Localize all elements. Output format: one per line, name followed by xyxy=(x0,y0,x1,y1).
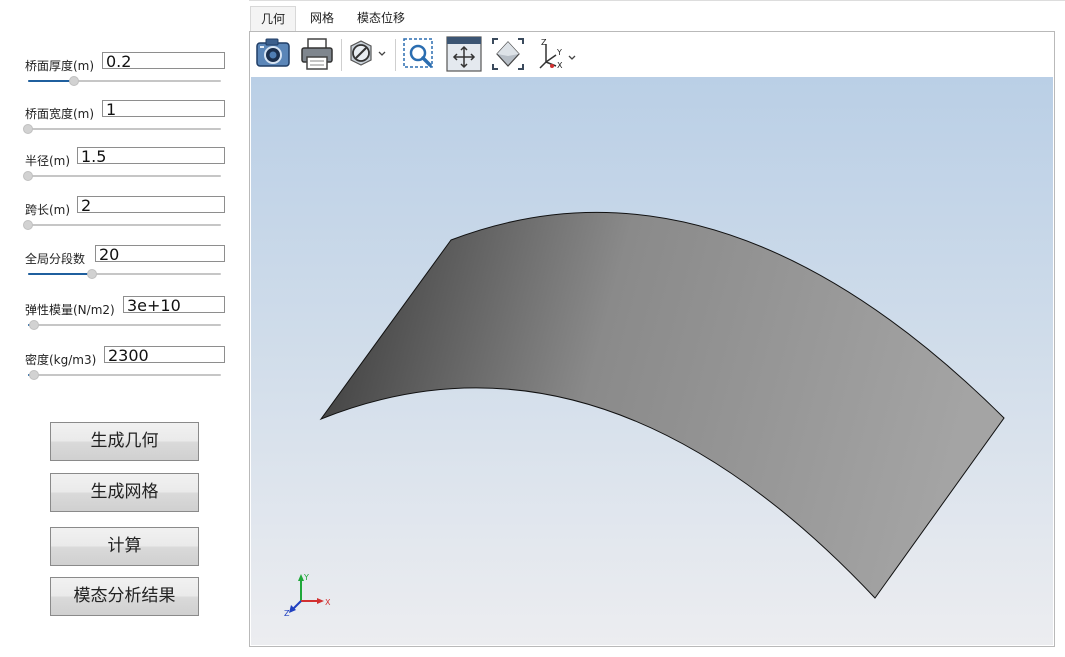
slider-thumb[interactable] xyxy=(69,76,80,86)
radius-input[interactable]: 1.5 xyxy=(77,147,225,164)
compute-button[interactable]: 计算 xyxy=(50,527,199,566)
svg-text:X: X xyxy=(557,61,563,70)
toolbar-separator xyxy=(341,39,342,71)
elastic-modulus-slider[interactable] xyxy=(28,320,221,330)
density-slider[interactable] xyxy=(28,370,221,380)
svg-text:Y: Y xyxy=(556,48,562,57)
param-label: 半径(m) xyxy=(25,154,71,168)
slider-thumb[interactable] xyxy=(23,220,33,230)
svg-text:Z: Z xyxy=(541,38,547,47)
radius-slider[interactable] xyxy=(23,171,221,181)
tab-geometry[interactable]: 几何 xyxy=(250,6,296,31)
deck-width-input[interactable]: 1 xyxy=(102,100,225,117)
deck-thickness-input[interactable]: 0.2 xyxy=(102,52,225,69)
slider-thumb[interactable] xyxy=(23,171,33,181)
slider-thumb[interactable] xyxy=(23,124,33,134)
global-segments-input[interactable]: 20 xyxy=(95,245,225,262)
param-label: 桥面宽度(m) xyxy=(25,107,95,121)
tab-mesh[interactable]: 网格 xyxy=(300,6,344,31)
tab-modal-displacement[interactable]: 模态位移 xyxy=(350,6,412,31)
param-label: 弹性模量(N/m2) xyxy=(25,303,115,317)
density-input[interactable]: 2300 xyxy=(104,346,225,363)
3d-viewport[interactable]: Y X Z xyxy=(251,77,1053,645)
view-axes-icon[interactable]: Z Y X xyxy=(536,36,580,76)
printer-icon[interactable] xyxy=(299,36,335,76)
hide-show-icon[interactable] xyxy=(347,36,389,76)
modal-results-button[interactable]: 模态分析结果 xyxy=(50,577,199,616)
zoom-window-icon[interactable] xyxy=(401,36,437,76)
deck-thickness-slider[interactable] xyxy=(28,76,221,86)
chevron-down-icon xyxy=(378,51,386,56)
top-divider xyxy=(249,0,1065,1)
span-length-input[interactable]: 2 xyxy=(77,196,225,213)
deck-width-slider[interactable] xyxy=(23,124,221,134)
generate-geometry-button[interactable]: 生成几何 xyxy=(50,422,199,461)
elastic-modulus-input[interactable]: 3e+10 xyxy=(123,296,225,313)
slider-thumb[interactable] xyxy=(86,269,97,279)
curved-bridge-deck-surface xyxy=(319,211,1005,599)
slider-thumb[interactable] xyxy=(28,370,39,380)
chevron-down-icon xyxy=(568,55,576,60)
generate-mesh-button[interactable]: 生成网格 xyxy=(50,473,199,512)
param-label: 密度(kg/m3) xyxy=(25,353,97,367)
axis-x-label: X xyxy=(325,598,331,607)
param-label: 全局分段数 xyxy=(25,252,86,266)
global-segments-slider[interactable] xyxy=(28,269,221,279)
param-label: 跨长(m) xyxy=(25,203,71,217)
toolbar-separator xyxy=(395,39,396,71)
slider-thumb[interactable] xyxy=(28,320,39,330)
axis-triad: Y X Z xyxy=(279,571,339,618)
pan-fit-icon[interactable] xyxy=(446,36,482,76)
param-label: 桥面厚度(m) xyxy=(25,59,95,73)
axis-y-label: Y xyxy=(303,573,309,582)
span-length-slider[interactable] xyxy=(23,220,221,230)
camera-icon[interactable] xyxy=(255,36,291,74)
fit-all-icon[interactable] xyxy=(490,36,526,76)
axis-z-label: Z xyxy=(284,609,290,617)
viewer-frame: Z Y X Y X Z xyxy=(249,31,1055,647)
